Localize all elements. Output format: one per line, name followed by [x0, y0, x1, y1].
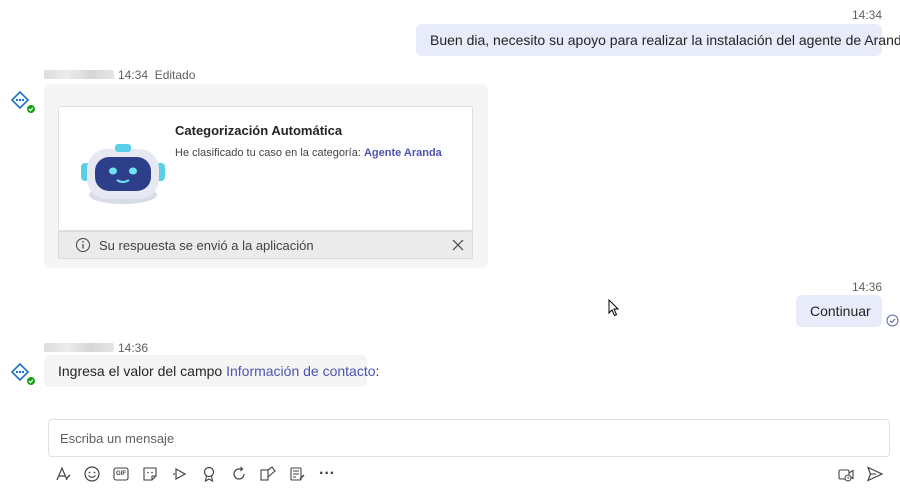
bot-avatar-icon	[10, 362, 36, 386]
message-time: 14:36	[118, 341, 149, 355]
apps-icon[interactable]	[258, 464, 278, 484]
notice-text: Su respuesta se envió a la aplicación	[99, 237, 314, 253]
message-time: 14:34 Editado	[118, 68, 196, 82]
field-name: Información de contacto	[226, 363, 376, 379]
robot-illustration	[75, 141, 171, 207]
schedule-meeting-icon[interactable]	[836, 464, 856, 484]
response-notice: Su respuesta se envió a la aplicación	[58, 231, 473, 259]
sender-name	[44, 70, 114, 79]
category-value: Agente Aranda	[363, 147, 442, 159]
info-icon	[75, 237, 91, 253]
loop-icon[interactable]	[229, 464, 249, 484]
forms-icon[interactable]	[287, 464, 307, 484]
outgoing-message[interactable]: Continuar	[796, 295, 882, 327]
bot-avatar[interactable]	[10, 90, 36, 121]
more-options-button[interactable]: ···	[317, 464, 337, 484]
format-icon[interactable]	[53, 464, 73, 484]
incoming-message[interactable]: Ingresa el valor del campo Información d…	[44, 355, 379, 387]
emoji-icon[interactable]	[82, 464, 102, 484]
message-input-placeholder: Escriba un mensaje	[60, 431, 175, 446]
close-icon[interactable]	[452, 239, 464, 251]
sender-name	[44, 343, 114, 352]
message-text: Buen dia, necesito su apoyo para realiza…	[430, 32, 900, 48]
praise-icon[interactable]	[199, 464, 219, 484]
message-time: 14:34	[851, 8, 882, 22]
sticker-icon[interactable]	[140, 464, 160, 484]
gif-icon[interactable]: GIF	[111, 464, 131, 484]
message-time: 14:36	[851, 280, 882, 294]
bot-avatar[interactable]	[10, 362, 36, 393]
edited-label: Editado	[154, 68, 196, 82]
message-input[interactable]: Escriba un mensaje	[48, 419, 890, 457]
message-text: Continuar	[810, 303, 871, 319]
adaptive-card: Categorización Automática He clasificado…	[58, 106, 473, 231]
incoming-card-message: Categorización Automática He clasificado…	[44, 84, 488, 268]
bot-avatar-icon	[10, 90, 36, 114]
mouse-cursor-icon	[608, 298, 620, 322]
card-text: He clasificado tu caso en la categoría: …	[175, 147, 442, 159]
send-icon[interactable]	[865, 464, 885, 484]
read-receipt-icon	[886, 314, 899, 332]
stream-icon[interactable]	[170, 464, 190, 484]
outgoing-message[interactable]: Buen dia, necesito su apoyo para realiza…	[416, 24, 900, 56]
card-title: Categorización Automática	[175, 123, 343, 138]
